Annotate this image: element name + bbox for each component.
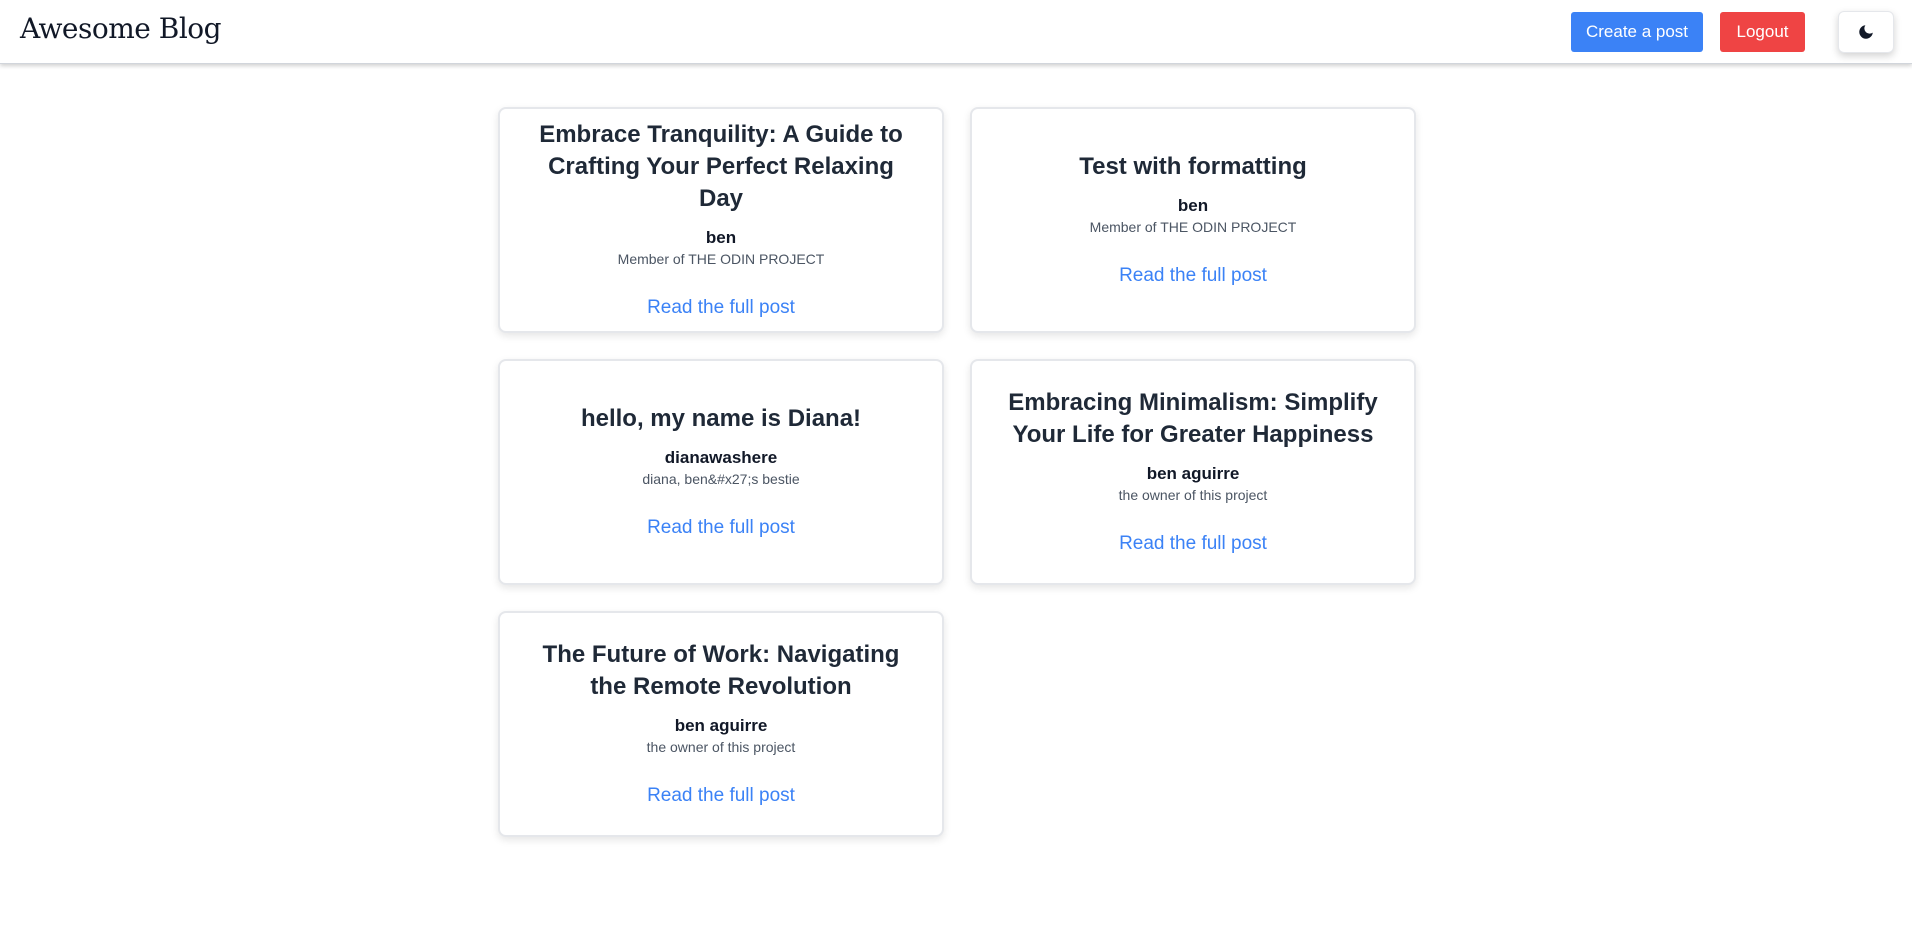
navbar: Awesome Blog Create a post Logout [0, 0, 1912, 64]
theme-toggle-button[interactable] [1838, 11, 1894, 53]
post-author-bio: the owner of this project [646, 739, 796, 755]
post-card: Embrace Tranquility: A Guide to Crafting… [498, 107, 944, 333]
post-card: The Future of Work: Navigating the Remot… [498, 611, 944, 837]
post-author-bio: diana, ben&#x27;s bestie [642, 471, 800, 487]
post-author-bio: Member of THE ODIN PROJECT [1089, 219, 1297, 235]
post-author: ben aguirre [1146, 464, 1240, 483]
read-full-post-link[interactable]: Read the full post [1119, 263, 1267, 289]
post-author: ben [705, 228, 737, 247]
logout-button[interactable]: Logout [1720, 12, 1805, 52]
post-card: hello, my name is Diana! dianawashere di… [498, 359, 944, 585]
post-title: The Future of Work: Navigating the Remot… [542, 641, 900, 700]
post-author: ben [1177, 196, 1209, 215]
post-author: ben aguirre [674, 716, 768, 735]
post-card: Test with formatting ben Member of THE O… [970, 107, 1416, 333]
post-author: dianawashere [664, 448, 778, 467]
brand-logo[interactable]: Awesome Blog [20, 12, 222, 45]
read-full-post-link[interactable]: Read the full post [647, 295, 795, 321]
post-author-bio: Member of THE ODIN PROJECT [617, 251, 825, 267]
read-full-post-link[interactable]: Read the full post [1119, 531, 1267, 557]
read-full-post-link[interactable]: Read the full post [647, 783, 795, 809]
post-title: hello, my name is Diana! [580, 405, 862, 432]
moon-icon [1859, 25, 1873, 39]
post-author-bio: the owner of this project [1118, 487, 1268, 503]
create-post-button[interactable]: Create a post [1571, 12, 1703, 52]
read-full-post-link[interactable]: Read the full post [647, 515, 795, 541]
post-title: Test with formatting [1079, 153, 1307, 180]
post-title: Embracing Minimalism: Simplify Your Life… [1008, 389, 1378, 448]
post-card: Embracing Minimalism: Simplify Your Life… [970, 359, 1416, 585]
post-title: Embrace Tranquility: A Guide to Crafting… [539, 121, 903, 212]
